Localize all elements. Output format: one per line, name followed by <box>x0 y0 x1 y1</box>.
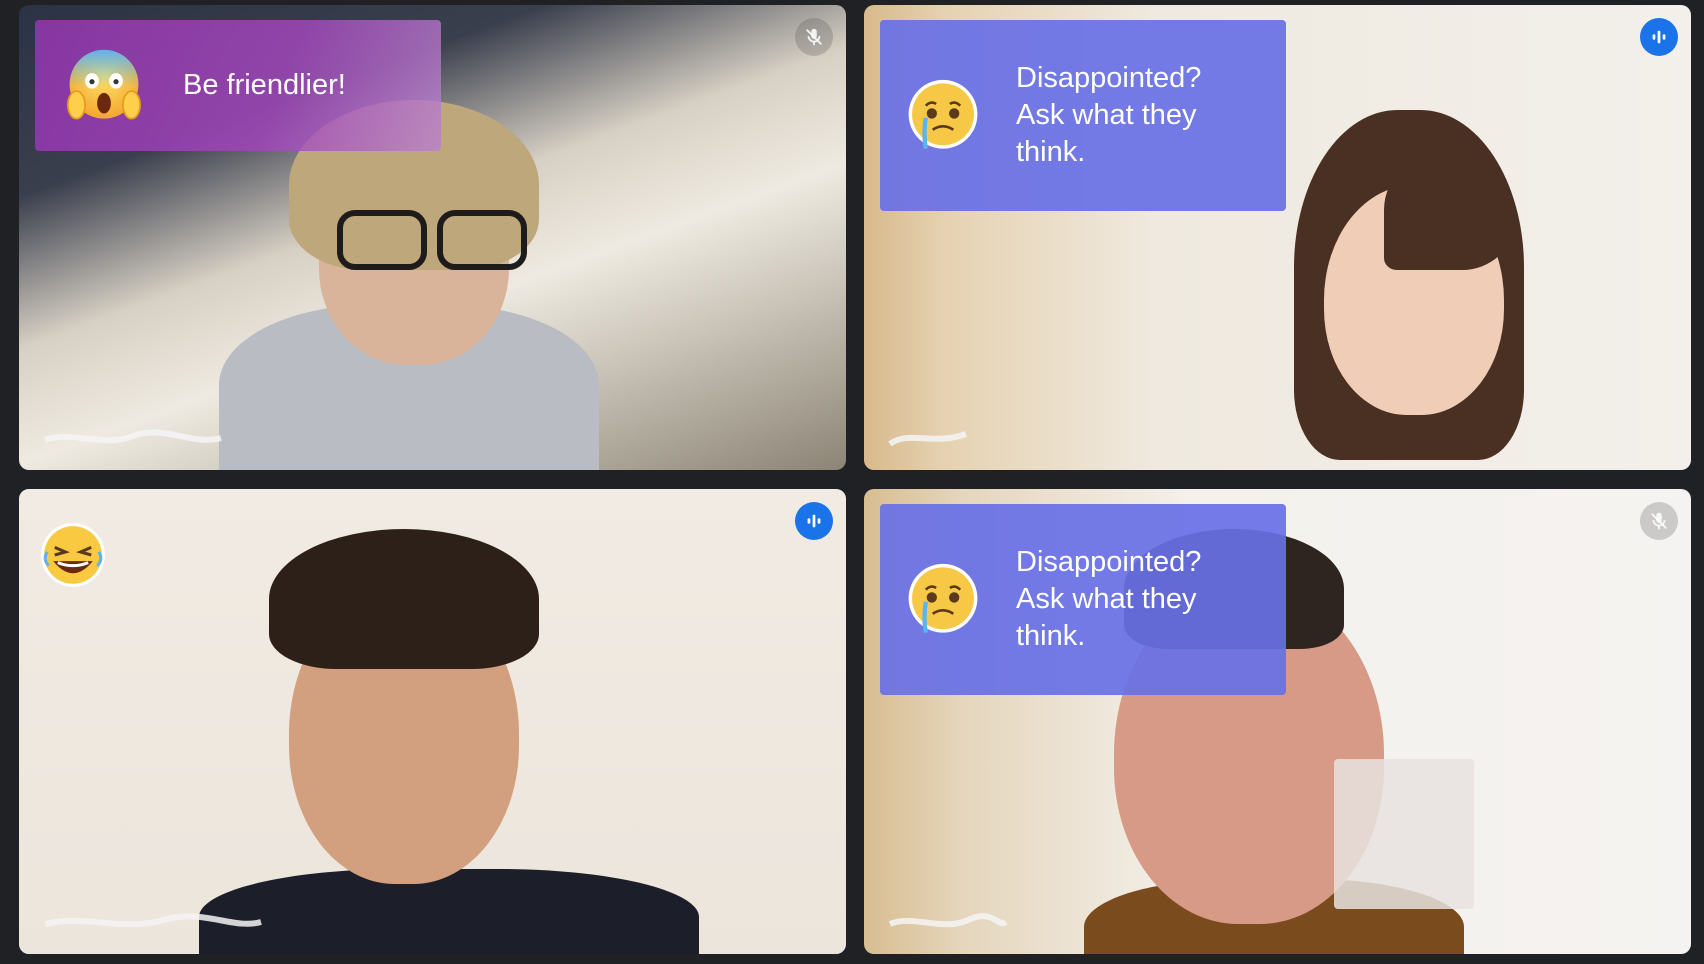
coaching-prompt: Be friendlier! <box>35 20 441 151</box>
laughing-face-emoji <box>41 523 105 587</box>
name-label <box>44 913 262 928</box>
prompt-text: Disappointed? Ask what they think. <box>1016 546 1202 652</box>
audio-level-icon <box>1652 30 1666 44</box>
participant-tile-4[interactable]: Disappointed? Ask what they think. <box>864 489 1691 954</box>
prompt-text: Be friendlier! <box>183 69 346 101</box>
speaking-indicator[interactable] <box>795 502 833 540</box>
name-label <box>888 913 1008 928</box>
mic-off-icon <box>1651 512 1667 530</box>
crying-face-emoji <box>908 563 978 633</box>
mic-off-icon <box>806 28 822 46</box>
prompt-text: Disappointed? Ask what they think. <box>1016 62 1202 168</box>
audio-level-icon <box>807 514 821 528</box>
coaching-prompt: Disappointed? Ask what they think. <box>880 504 1286 695</box>
speaking-indicator[interactable] <box>1640 18 1678 56</box>
participant-tile-2[interactable]: Disappointed? Ask what they think. <box>864 5 1691 470</box>
participant-tile-3[interactable] <box>19 489 846 954</box>
mic-off-button[interactable] <box>1640 502 1678 540</box>
coaching-prompt: Disappointed? Ask what they think. <box>880 20 1286 211</box>
participant-tile-1[interactable]: Be friendlier! <box>19 5 846 470</box>
video-call-grid: Be friendlier! Disappointed? Ask what th… <box>0 0 1704 964</box>
name-label <box>888 431 968 447</box>
face-screaming-in-fear-emoji <box>67 49 141 120</box>
crying-face-emoji <box>908 79 978 149</box>
name-label <box>43 429 222 444</box>
mic-off-button[interactable] <box>795 18 833 56</box>
